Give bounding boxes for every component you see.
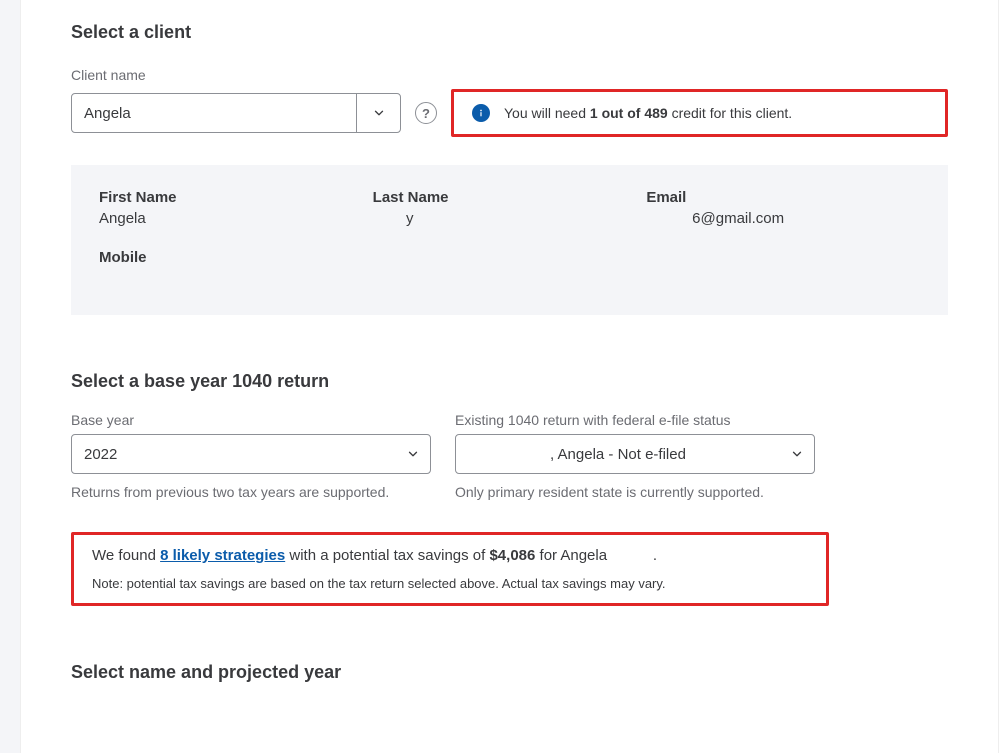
- strategy-line: We found 8 likely strategies with a pote…: [92, 547, 808, 564]
- client-name-label: Client name: [71, 67, 948, 83]
- select-name-projected-year-title: Select name and projected year: [71, 662, 948, 683]
- email-value: 6@gmail.com: [646, 210, 920, 227]
- likely-strategies-link[interactable]: 8 likely strategies: [160, 547, 285, 564]
- base-year-helper: Returns from previous two tax years are …: [71, 482, 431, 502]
- strategy-callout: We found 8 likely strategies with a pote…: [71, 532, 829, 606]
- first-name-label: First Name: [99, 189, 373, 206]
- mobile-value: [99, 270, 373, 287]
- chevron-down-icon: [790, 447, 804, 461]
- base-year-value: 2022: [72, 435, 396, 473]
- existing-return-value: , Angela - Not e-filed: [456, 435, 780, 473]
- select-client-title: Select a client: [71, 22, 948, 43]
- client-name-caret[interactable]: [356, 94, 400, 132]
- chevron-down-icon: [372, 106, 386, 120]
- mobile-label: Mobile: [99, 249, 373, 266]
- client-details-card: First Name Angela Last Name y Email 6@gm…: [71, 165, 948, 315]
- last-name-value: y: [373, 210, 647, 227]
- existing-return-helper: Only primary resident state is currently…: [455, 482, 815, 502]
- existing-return-select[interactable]: , Angela - Not e-filed: [455, 434, 815, 474]
- last-name-label: Last Name: [373, 189, 647, 206]
- existing-return-caret[interactable]: [780, 435, 814, 473]
- base-year-label: Base year: [71, 412, 431, 428]
- base-year-select[interactable]: 2022: [71, 434, 431, 474]
- first-name-value: Angela: [99, 210, 373, 227]
- chevron-down-icon: [406, 447, 420, 461]
- credit-text: You will need 1 out of 489 credit for th…: [504, 105, 792, 121]
- email-label: Email: [646, 189, 920, 206]
- help-icon[interactable]: ?: [415, 102, 437, 124]
- client-name-value: Angela: [72, 94, 356, 132]
- info-icon: [472, 104, 490, 122]
- existing-return-label: Existing 1040 return with federal e-file…: [455, 412, 815, 428]
- strategy-note: Note: potential tax savings are based on…: [92, 576, 808, 591]
- client-name-select[interactable]: Angela: [71, 93, 401, 133]
- credit-callout: You will need 1 out of 489 credit for th…: [451, 89, 948, 137]
- select-base-year-title: Select a base year 1040 return: [71, 371, 948, 392]
- base-year-caret[interactable]: [396, 435, 430, 473]
